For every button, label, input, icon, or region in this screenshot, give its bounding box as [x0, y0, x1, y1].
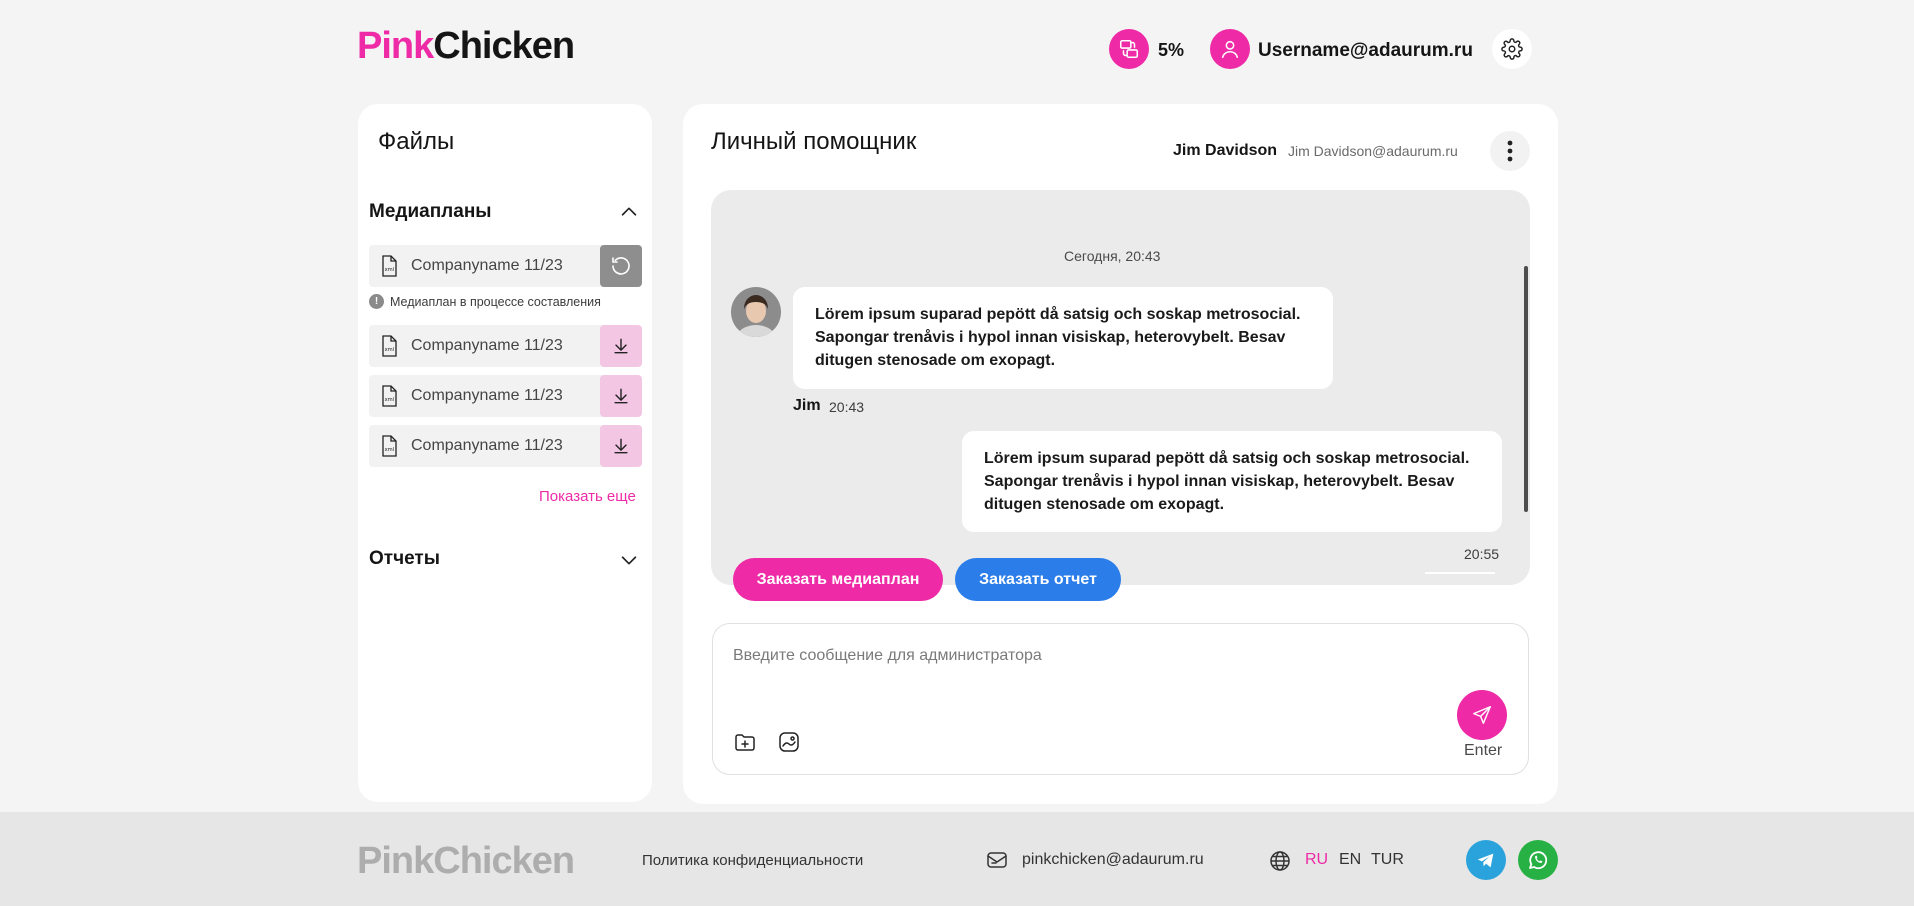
svg-text:xml: xml [385, 347, 395, 353]
file-name: Companyname 11/23 [411, 437, 563, 454]
file-row[interactable]: xml Companyname 11/23 [369, 375, 642, 417]
file-row[interactable]: xml Companyname 11/23 [369, 325, 642, 367]
settings-button[interactable] [1492, 29, 1532, 69]
info-icon: ! [369, 294, 384, 309]
refresh-icon [612, 257, 630, 275]
kebab-menu-icon [1507, 140, 1513, 162]
show-more-link[interactable]: Показать еще [539, 488, 636, 505]
send-button[interactable] [1457, 690, 1507, 740]
file-row[interactable]: xml Companyname 11/23 [369, 245, 642, 287]
chat-title: Личный помощник [711, 128, 917, 155]
contact-email: Jim Davidson@adaurum.ru [1288, 143, 1458, 159]
svg-text:xml: xml [385, 447, 395, 453]
attach-image-icon[interactable] [777, 730, 801, 754]
outgoing-message: Lörem ipsum suparad pepött då satsig och… [962, 431, 1502, 532]
download-icon [614, 438, 628, 454]
download-button[interactable] [600, 325, 642, 367]
header-logo[interactable]: PinkChicken [357, 27, 575, 65]
refresh-button[interactable] [600, 245, 642, 287]
chevron-up-icon[interactable] [618, 201, 640, 223]
xml-file-icon: xml [382, 335, 397, 357]
download-icon [614, 388, 628, 404]
whatsapp-button[interactable] [1518, 840, 1558, 880]
username-label[interactable]: Username@adaurum.ru [1258, 40, 1473, 62]
order-media-plan-button[interactable]: Заказать медиаплан [733, 558, 943, 601]
contact-name: Jim Davidson [1173, 142, 1278, 159]
whatsapp-icon [1529, 851, 1548, 870]
incoming-message: Lörem ipsum suparad pepött då satsig och… [793, 287, 1333, 389]
file-name: Companyname 11/23 [411, 337, 563, 354]
privacy-policy-link[interactable]: Политика конфиденциальности [642, 852, 863, 869]
mail-icon [987, 852, 1007, 868]
attach-folder-icon[interactable] [733, 730, 757, 754]
message-author: Jim [793, 397, 821, 414]
message-composer [712, 623, 1529, 775]
chevron-down-icon[interactable] [618, 549, 640, 571]
globe-icon [1270, 851, 1290, 871]
svg-text:xml: xml [385, 267, 395, 273]
send-hint: Enter [1464, 742, 1503, 759]
send-icon [1473, 706, 1491, 724]
message-divider [1425, 572, 1495, 574]
message-input[interactable] [733, 647, 1433, 665]
language-tur[interactable]: TUR [1371, 851, 1404, 869]
reports-section-toggle[interactable]: Отчеты [369, 548, 440, 570]
xml-file-icon: xml [382, 255, 397, 277]
xml-file-icon: xml [382, 385, 397, 407]
media-plans-section-toggle[interactable]: Медиапланы [369, 201, 492, 223]
chat-scrollbar[interactable] [1524, 266, 1528, 512]
language-ru[interactable]: RU [1305, 851, 1328, 869]
language-en[interactable]: EN [1339, 851, 1361, 869]
footer-logo[interactable]: PinkChicken [357, 842, 575, 880]
media-plan-status: ! Медиаплан в процессе составления [369, 294, 601, 309]
file-row[interactable]: xml Companyname 11/23 [369, 425, 642, 467]
files-title: Файлы [378, 128, 455, 155]
message-time: 20:55 [1464, 546, 1500, 562]
download-button[interactable] [600, 425, 642, 467]
user-avatar-icon[interactable] [1210, 29, 1250, 69]
download-button[interactable] [600, 375, 642, 417]
more-options-button[interactable] [1490, 131, 1530, 171]
svg-text:xml: xml [385, 397, 395, 403]
contact-avatar [731, 287, 781, 337]
message-time: 20:43 [829, 399, 865, 415]
download-icon [614, 338, 628, 354]
gear-icon [1501, 38, 1523, 60]
file-name: Companyname 11/23 [411, 387, 563, 404]
telegram-button[interactable] [1466, 840, 1506, 880]
xml-file-icon: xml [382, 435, 397, 457]
file-name: Companyname 11/23 [411, 257, 563, 274]
progress-value: 5% [1158, 40, 1185, 60]
date-divider: Сегодня, 20:43 [1064, 248, 1161, 264]
progress-icon[interactable] [1109, 29, 1149, 69]
order-report-button[interactable]: Заказать отчет [955, 558, 1121, 601]
telegram-icon [1477, 853, 1494, 868]
footer-email-link[interactable]: pinkchicken@adaurum.ru [1022, 851, 1204, 869]
footer [0, 812, 1914, 906]
